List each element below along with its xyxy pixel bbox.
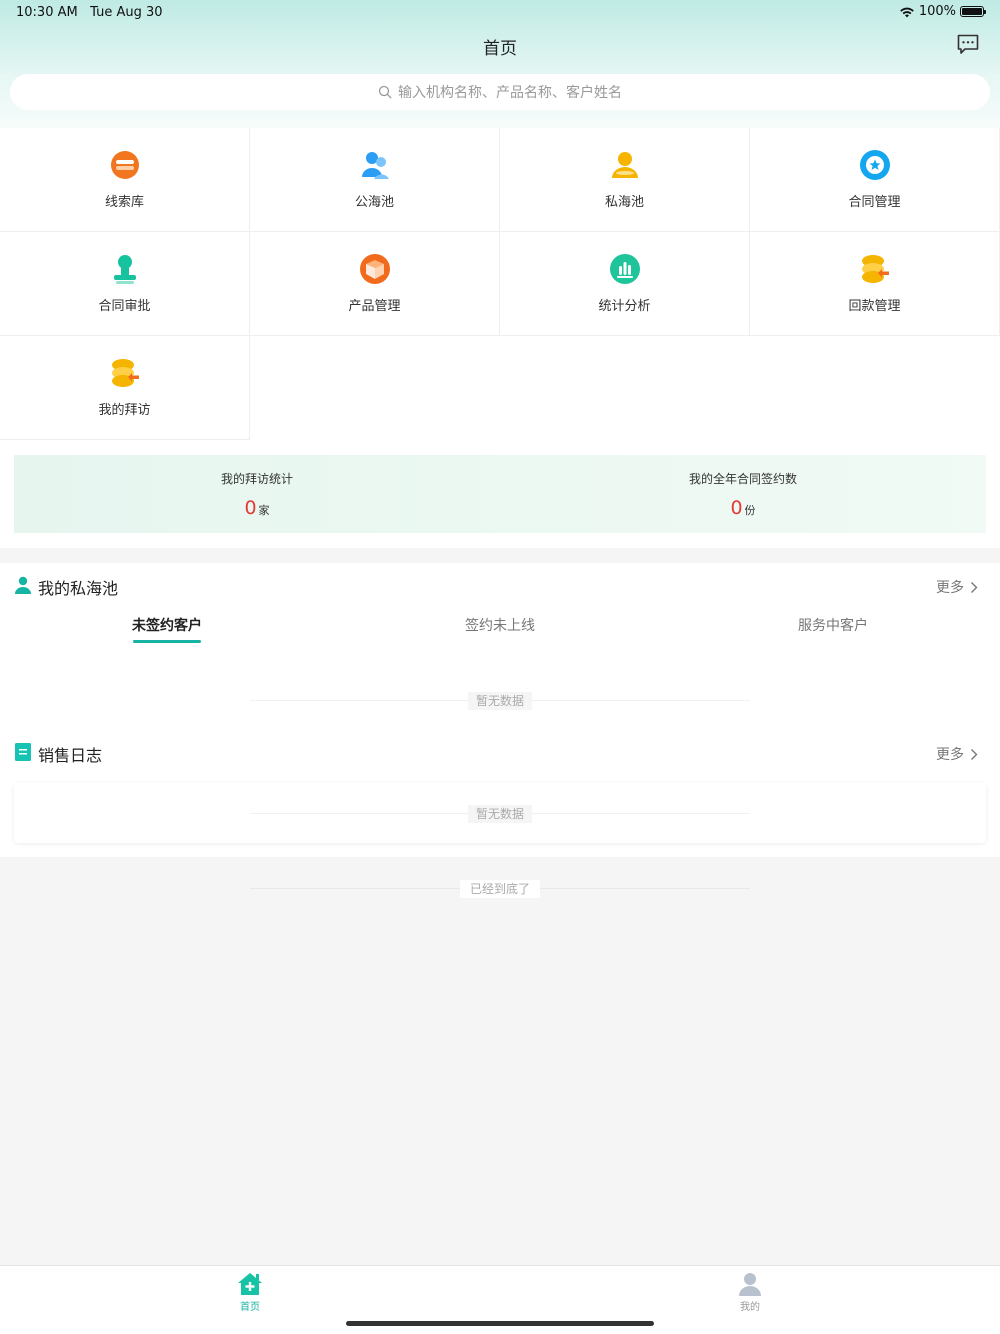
public-pool-icon xyxy=(361,152,389,179)
grid-label: 公海池 xyxy=(354,195,394,210)
product-manage-icon xyxy=(359,254,390,284)
contract-stats[interactable]: 我的全年合同签约数 0 份 xyxy=(500,455,986,533)
empty-text: 暂无数据 xyxy=(467,692,532,710)
sales-log-title: 销售日志 xyxy=(38,746,103,765)
function-grid: 线索库 公海池 私海池 合同管理 合同审批 产品管理 统计分析 回款管理 我的拜… xyxy=(0,128,1000,440)
grid-item-public-pool[interactable]: 公海池 xyxy=(250,128,500,232)
person-icon xyxy=(15,576,31,594)
sales-log-empty: 暂无数据 xyxy=(0,805,1000,823)
grid-label: 合同管理 xyxy=(848,195,901,210)
stats-card: 我的拜访统计 0 家 我的全年合同签约数 0 份 xyxy=(14,455,986,533)
status-bar: 10:30 AM Tue Aug 30 100% xyxy=(0,0,1000,24)
contract-stats-unit: 份 xyxy=(744,504,756,517)
grid-empty-cell xyxy=(250,336,500,440)
grid-label: 我的拜访 xyxy=(98,403,151,418)
wifi-icon xyxy=(900,7,914,17)
grid-empty-cell xyxy=(750,336,1000,440)
grid-label: 私海池 xyxy=(604,195,644,210)
status-date-text: Tue Aug 30 xyxy=(90,5,163,20)
message-button[interactable] xyxy=(956,32,980,56)
grid-item-contract-manage[interactable]: 合同管理 xyxy=(750,128,1000,232)
tabbar-mine-label: 我的 xyxy=(740,1302,760,1313)
grid-label: 统计分析 xyxy=(598,299,651,314)
grid-item-my-visit[interactable]: 我的拜访 xyxy=(0,336,250,440)
tabbar-home-label: 首页 xyxy=(240,1302,260,1313)
contract-approve-icon xyxy=(113,255,136,284)
private-pool-more-link[interactable]: 更多 xyxy=(936,577,978,597)
private-pool-title: 我的私海池 xyxy=(38,579,119,598)
grid-item-payment-manage[interactable]: 回款管理 xyxy=(750,232,1000,336)
chevron-right-icon xyxy=(971,581,978,593)
visit-stats[interactable]: 我的拜访统计 0 家 xyxy=(14,455,500,533)
sales-log-card: 暂无数据 xyxy=(14,783,986,843)
chevron-right-icon xyxy=(971,748,978,760)
status-time: 10:30 AM Tue Aug 30 xyxy=(16,5,163,20)
payment-manage-icon xyxy=(861,255,889,283)
page-title: 首页 xyxy=(483,39,517,59)
home-icon xyxy=(238,1273,262,1295)
grid-item-contract-approve[interactable]: 合同审批 xyxy=(0,232,250,336)
search-input[interactable]: 输入机构名称、产品名称、客户姓名 xyxy=(10,74,990,110)
status-time-text: 10:30 AM xyxy=(16,5,78,20)
grid-item-product-manage[interactable]: 产品管理 xyxy=(250,232,500,336)
grid-item-private-pool[interactable]: 私海池 xyxy=(500,128,750,232)
battery-percent: 100% xyxy=(918,4,956,19)
tab-unsigned[interactable]: 未签约客户 xyxy=(116,615,218,635)
search-placeholder: 输入机构名称、产品名称、客户姓名 xyxy=(398,85,622,101)
more-text: 更多 xyxy=(936,747,964,763)
visit-stats-unit: 家 xyxy=(258,504,270,517)
private-pool-empty: 暂无数据 xyxy=(0,692,1000,710)
visit-stats-value: 0 xyxy=(244,497,257,519)
grid-label: 线索库 xyxy=(104,195,144,210)
my-visit-icon xyxy=(111,359,139,387)
tab-in-service[interactable]: 服务中客户 xyxy=(782,615,884,635)
private-pool-header: 我的私海池 更多 xyxy=(0,571,1000,601)
tabbar-mine[interactable]: 我的 xyxy=(720,1272,780,1313)
empty-text: 暂无数据 xyxy=(467,805,532,823)
sales-log-header: 销售日志 更多 xyxy=(0,738,1000,768)
document-icon xyxy=(15,743,31,761)
visit-stats-label: 我的拜访统计 xyxy=(220,472,293,486)
battery-icon xyxy=(960,6,986,17)
lead-library-icon xyxy=(110,151,139,179)
grid-label: 回款管理 xyxy=(848,299,901,314)
tabbar-home[interactable]: 首页 xyxy=(220,1272,280,1313)
home-indicator xyxy=(346,1321,654,1326)
contract-manage-icon xyxy=(859,150,890,180)
grid-item-lead-library[interactable]: 线索库 xyxy=(0,128,250,232)
status-indicators: 100% xyxy=(899,4,986,19)
more-text: 更多 xyxy=(936,580,964,596)
active-tab-indicator xyxy=(133,640,201,643)
grid-label: 合同审批 xyxy=(98,299,151,314)
contract-stats-label: 我的全年合同签约数 xyxy=(688,472,797,486)
search-icon xyxy=(378,85,392,99)
contract-stats-value: 0 xyxy=(730,497,743,519)
end-of-list-text: 已经到底了 xyxy=(459,880,540,898)
statistics-icon xyxy=(609,254,640,284)
sales-log-more-link[interactable]: 更多 xyxy=(936,744,978,764)
content-panel: 我的私海池 更多 未签约客户 签约未上线 服务中客户 暂无数据 销售日志 更多 xyxy=(0,563,1000,857)
chat-bubble-icon xyxy=(957,34,979,54)
tab-signed-not-online[interactable]: 签约未上线 xyxy=(449,615,551,635)
user-icon xyxy=(739,1273,761,1296)
grid-empty-cell xyxy=(500,336,750,440)
end-of-list-note: 已经到底了 xyxy=(0,880,1000,898)
grid-label: 产品管理 xyxy=(348,299,401,314)
grid-item-statistics[interactable]: 统计分析 xyxy=(500,232,750,336)
private-pool-icon xyxy=(611,152,638,178)
